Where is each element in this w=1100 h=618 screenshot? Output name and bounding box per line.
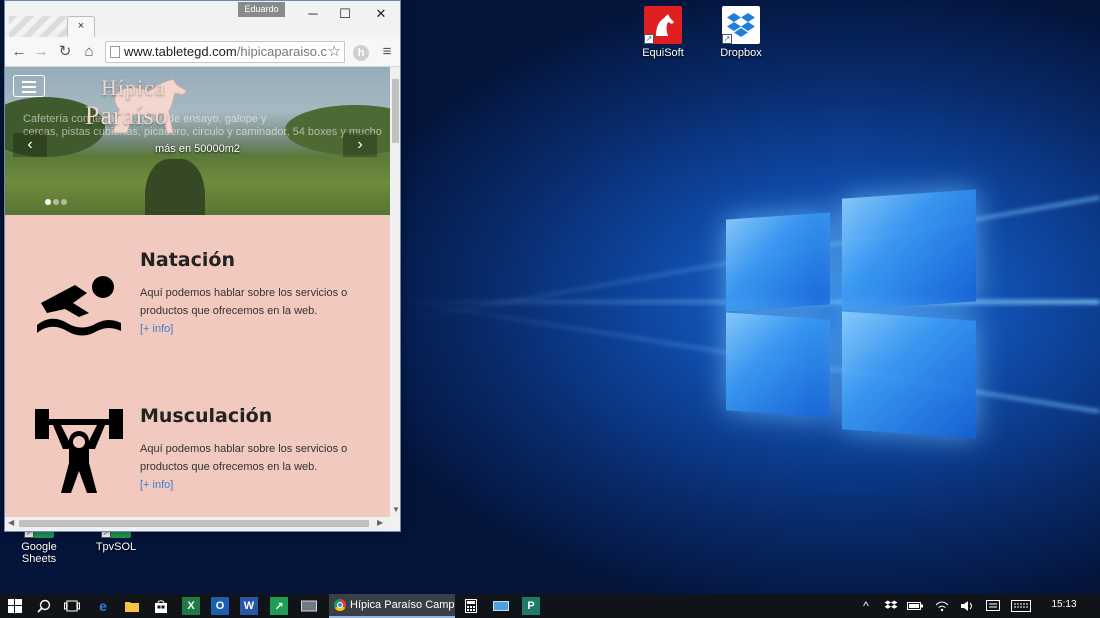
page-viewport: Cafetería con terraza ... pista de ensay… [5,67,390,517]
weightlifter-icon [35,409,123,493]
service-description: Aquí podemos hablar sobre los servicios … [140,287,348,317]
search-icon[interactable] [35,597,53,615]
reload-button[interactable]: ↻ [55,42,75,62]
file-explorer-icon[interactable] [123,597,141,615]
carousel-dot[interactable] [61,199,67,205]
horse-app-icon: ↗ [644,6,682,44]
forward-button[interactable]: → [31,42,51,62]
browser-tab[interactable]: × [67,16,95,37]
touch-keyboard-icon[interactable] [1010,597,1032,615]
service-title: Natación [140,249,235,271]
dropbox-tray-icon[interactable] [882,597,900,615]
service-more-info-link[interactable]: [+ info] [140,323,173,335]
desktop-icon-label: Google Sheets [21,541,57,565]
logo-pane [726,212,830,312]
desktop-icon-label: Dropbox [720,47,762,59]
logo-pane [842,189,976,311]
calculator-icon[interactable] [462,597,480,615]
address-bar[interactable]: www.tabletegd.com/hipicaparaiso.c ☆ [105,41,345,63]
sheets-app-icon[interactable]: ↗ [270,597,288,615]
carousel-dot[interactable] [45,199,51,205]
keyboard-app-icon[interactable] [300,597,318,615]
wifi-icon[interactable] [933,597,951,615]
taskbar-window-title: Hípica Paraíso Camp... [350,599,455,611]
bookmark-star-icon[interactable]: ☆ [328,42,341,62]
start-windows-icon[interactable] [6,597,24,615]
profile-badge[interactable]: Eduardo [238,2,285,17]
service-description: Aquí podemos hablar sobre los servicios … [140,443,348,473]
battery-icon[interactable] [906,597,924,615]
desktop-icon-google-sheets[interactable]: ↗ Google Sheets [3,528,75,565]
store-icon[interactable] [152,597,170,615]
service-title: Musculación [140,405,273,427]
browser-menu-icon[interactable]: ≡ [377,42,397,62]
home-button[interactable]: ⌂ [79,42,99,62]
vertical-scrollbar[interactable]: ▼ [390,67,400,517]
vertical-scroll-thumb[interactable] [392,79,399,143]
excel-icon[interactable]: X [182,597,200,615]
back-button[interactable]: ← [9,42,29,62]
browser-window: × Eduardo ─ ☐ ✕ ← → ↻ ⌂ www.tabletegd.co… [4,0,401,532]
hamburger-menu-button[interactable] [13,75,45,97]
shortcut-arrow-icon: ↗ [722,34,732,44]
service-weightlifting: Musculación Aquí podemos hablar sobre lo… [5,371,390,511]
url-path: /hipicaparaiso.c [236,44,328,59]
page-icon [110,46,120,58]
tab-close-icon[interactable]: × [78,20,84,32]
extension-icon: h [353,45,369,61]
chrome-icon [334,599,346,611]
carousel-dot[interactable] [53,199,59,205]
logo-pane [842,311,976,439]
maximize-button[interactable]: ☐ [327,1,363,27]
url-host: www.tabletegd.com [124,44,237,59]
logo-text-line2: Paraíso [85,101,169,130]
logo-pane [726,312,830,418]
carousel-indicators [45,192,69,210]
outlook-icon[interactable]: O [211,597,229,615]
service-swimming: Natación Aquí podemos hablar sobre los s… [5,215,390,355]
minimize-button[interactable]: ─ [295,1,331,27]
horizontal-scroll-thumb[interactable] [19,520,369,527]
desktop-icon-equisoft[interactable]: ↗ EquiSoft [627,6,699,59]
desktop-icon-label: EquiSoft [642,47,684,59]
scroll-down-arrow-icon[interactable]: ▼ [392,505,400,514]
swimmer-icon [37,276,121,336]
desktop-icon-dropbox[interactable]: ↗ Dropbox [705,6,777,59]
scroll-right-arrow-icon[interactable]: ▶ [377,518,383,527]
shortcut-arrow-icon: ↗ [644,34,654,44]
volume-icon[interactable] [958,597,976,615]
hero-description-line: más en 50000m2 [155,143,240,155]
extension-button[interactable]: h [351,42,371,62]
tab-strip-background [9,16,67,37]
desktop-icon-label: TpvSOL [95,541,137,553]
logo-text-line1: Hípica [101,75,166,100]
carousel-prev-button[interactable]: ‹ [13,133,47,157]
remote-keyboard-icon[interactable] [492,597,510,615]
edge-browser-icon[interactable]: e [94,597,112,615]
task-view-icon[interactable] [63,597,81,615]
taskbar: e X O W ↗ Hípica Paraíso Camp... P ^ 15:… [0,594,1100,618]
browser-toolbar: ← → ↻ ⌂ www.tabletegd.com/hipicaparaiso.… [5,37,400,67]
scroll-left-arrow-icon[interactable]: ◀ [8,518,14,527]
windows-logo-wallpaper [722,186,980,439]
carousel-next-button[interactable]: › [343,133,377,157]
service-more-info-link[interactable]: [+ info] [140,479,173,491]
taskbar-clock[interactable]: 15:13 [1046,594,1082,618]
title-bar[interactable]: × Eduardo ─ ☐ ✕ [5,1,400,37]
close-button[interactable]: ✕ [363,1,399,27]
word-icon[interactable]: W [240,597,258,615]
tray-overflow-icon[interactable]: ^ [857,597,875,615]
tree-shape [145,159,205,215]
dropbox-icon: ↗ [722,6,760,44]
taskbar-chrome-button[interactable]: Hípica Paraíso Camp... [329,594,455,618]
horizontal-scrollbar[interactable]: ◀ ▶ [5,517,390,529]
hero-carousel: Cafetería con terraza ... pista de ensay… [5,67,390,215]
action-center-icon[interactable] [984,597,1002,615]
publisher-icon[interactable]: P [522,597,540,615]
